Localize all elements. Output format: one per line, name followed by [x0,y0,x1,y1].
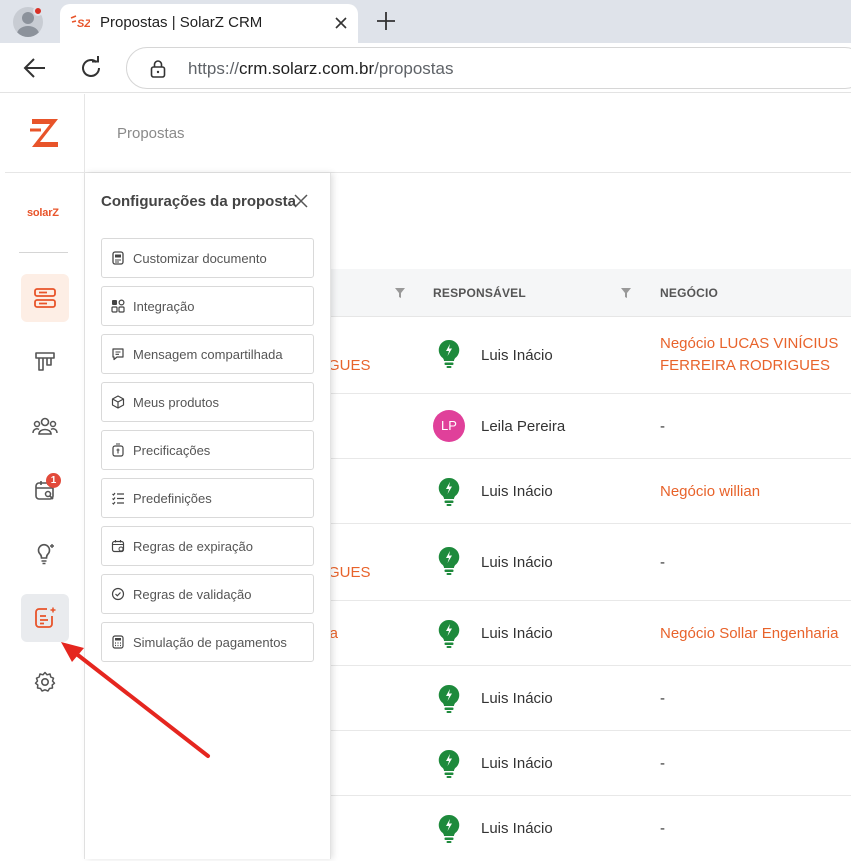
sidebar-item-calendar[interactable] [21,466,69,514]
sidebar-item-settings[interactable] [21,658,69,706]
responsible-bulb-icon [437,339,461,369]
menu-item-label: Regras de expiração [133,538,253,554]
package-box-icon [111,395,125,409]
menu-item-pricing[interactable]: Precificações [101,430,314,470]
calculator-icon [112,635,124,649]
integration-blocks-icon [111,299,125,313]
lightbulb-sparkle-icon [37,543,54,565]
sidebar-item-ideas[interactable] [21,530,69,578]
document-edit-sparkle-icon [35,607,56,628]
responsible-name: Leila Pereira [481,418,566,435]
menu-item-label: Simulação de pagamentos [133,634,287,650]
solarz-logo-icon[interactable] [27,116,63,150]
responsible-bulb-icon [437,684,461,714]
menu-item-payment-simulation[interactable]: Simulação de pagamentos [101,622,314,662]
calendar-badge: 1 [46,473,61,488]
deal-link[interactable]: FERREIRA RODRIGUES [660,355,830,377]
back-arrow-icon[interactable] [22,56,48,80]
responsible-name: Luis Inácio [481,820,553,837]
message-bubble-icon [112,348,124,361]
rail-divider [5,172,85,173]
users-group-icon [32,417,58,435]
url-text: https://crm.solarz.com.br/propostas [188,59,454,78]
page-header: Propostas [85,94,851,173]
deal-link[interactable]: Negócio willian [660,481,760,503]
menu-item-label: Mensagem compartilhada [133,346,283,362]
responsible-bulb-icon [437,619,461,649]
avatar: LP [433,410,465,442]
tab-title: Propostas | SolarZ CRM [100,14,263,31]
panel-title: Configurações da proposta [101,193,297,210]
proposal-settings-panel: Configurações da proposta Customizar doc… [85,173,331,859]
deal-empty: - [660,690,665,707]
sidebar-item-proposal-settings[interactable] [21,594,69,642]
responsible-name: Luis Inácio [481,690,553,707]
menu-item-label: Predefinições [133,490,212,506]
address-bar[interactable]: https://crm.solarz.com.br/propostas [126,47,851,89]
deal-empty: - [660,755,665,772]
calendar-clock-icon [111,540,125,553]
menu-item-customize-document[interactable]: Customizar documento [101,238,314,278]
proposals-list-icon [34,288,56,308]
browser-tabstrip: SZ Propostas | SolarZ CRM [0,0,851,43]
solarz-favicon-icon: SZ [70,15,90,29]
sidebar-item-board[interactable] [21,338,69,386]
rail-separator [19,252,68,253]
responsible-bulb-icon [437,749,461,779]
price-tag-icon [112,443,124,457]
responsible-name: Luis Inácio [481,625,553,642]
kanban-board-icon [35,352,55,371]
site-info-lock-icon[interactable] [149,59,167,79]
checklist-icon [112,492,124,505]
new-tab-icon[interactable] [374,9,398,33]
menu-item-label: Precificações [133,442,211,458]
responsible-bulb-icon [437,546,461,576]
responsible-bulb-icon [437,814,461,844]
menu-item-expiration-rules[interactable]: Regras de expiração [101,526,314,566]
deal-link[interactable]: Negócio Sollar Engenharia [660,623,838,645]
menu-item-label: Integração [133,298,195,314]
menu-item-validation-rules[interactable]: Regras de validação [101,574,314,614]
responsible-name: Luis Inácio [481,483,553,500]
menu-item-label: Customizar documento [133,250,267,266]
close-icon[interactable] [293,193,309,209]
sidebar-item-contacts[interactable] [21,402,69,450]
deal-link[interactable]: Negócio LUCAS VINÍCIUS [660,333,838,355]
filter-icon[interactable] [394,287,406,299]
menu-item-label: Meus produtos [133,394,219,410]
responsible-name: Luis Inácio [481,755,553,772]
menu-item-shared-message[interactable]: Mensagem compartilhada [101,334,314,374]
column-header-negocio[interactable]: NEGÓCIO [660,286,718,300]
menu-item-label: Regras de validação [133,586,252,602]
responsible-name: Luis Inácio [481,554,553,571]
browser-tab[interactable]: SZ Propostas | SolarZ CRM [60,4,358,43]
deal-empty: - [660,820,665,837]
solarz-brand-logo: solarZ [27,207,59,219]
deal-empty: - [660,418,665,435]
sidebar-item-proposals[interactable] [21,274,69,322]
deal-empty: - [660,554,665,571]
browser-toolbar: https://crm.solarz.com.br/propostas [0,43,851,93]
responsible-name: Luis Inácio [481,347,553,364]
menu-item-my-products[interactable]: Meus produtos [101,382,314,422]
app-root: solarZ 1 Propostas RESPONSÁVEL NEGÓCIO R… [5,94,851,859]
close-tab-icon[interactable] [331,13,351,33]
document-layout-icon [112,251,124,265]
responsible-bulb-icon [437,477,461,507]
notification-dot [33,6,43,16]
check-circle-icon [111,587,125,601]
column-header-responsavel[interactable]: RESPONSÁVEL [433,286,526,300]
breadcrumb[interactable]: Propostas [117,125,185,142]
reload-icon[interactable] [78,55,104,81]
sidebar-rail: solarZ 1 [5,94,85,859]
filter-icon[interactable] [620,287,632,299]
gear-icon [34,671,56,692]
menu-item-integration[interactable]: Integração [101,286,314,326]
svg-text:SZ: SZ [77,18,90,29]
menu-item-presets[interactable]: Predefinições [101,478,314,518]
